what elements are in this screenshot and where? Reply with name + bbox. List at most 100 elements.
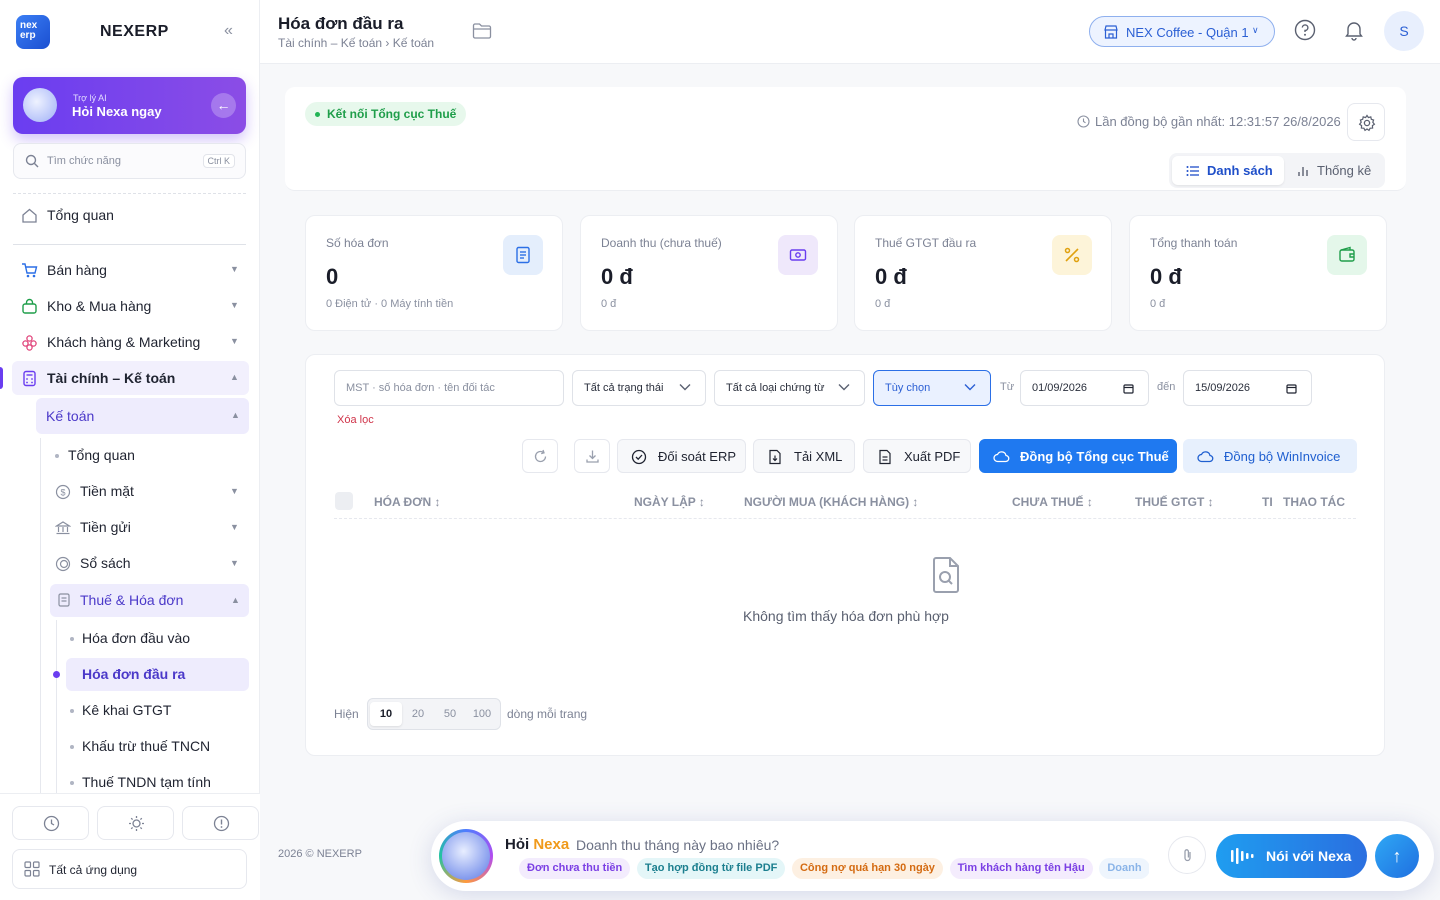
- sidebar-item-label: Khấu trừ thuế TNCN: [82, 738, 211, 754]
- sidebar-item-label: Thuế TNDN tạm tính: [82, 774, 211, 790]
- column-header-invoice[interactable]: HÓA ĐƠN ↕: [374, 495, 440, 509]
- sidebar-item-ledgers[interactable]: Sổ sách ▼: [0, 549, 260, 579]
- ai-assistant-card[interactable]: Trợ lý AI Hỏi Nexa ngay ←: [13, 77, 246, 134]
- app-logo[interactable]: nex erp: [16, 15, 50, 49]
- help-icon[interactable]: [1294, 19, 1316, 41]
- from-date-input[interactable]: 01/09/2026: [1020, 370, 1149, 406]
- page-size-option[interactable]: 50: [434, 702, 466, 726]
- sync-wininvoice-button[interactable]: Đồng bộ WinInvoice: [1183, 439, 1357, 473]
- cloud-sync-icon: [993, 451, 1010, 463]
- column-header-total[interactable]: TI: [1262, 495, 1273, 509]
- stat-card-revenue: Doanh thu (chưa thuế) 0 đ 0 đ: [580, 215, 838, 331]
- folder-icon[interactable]: [472, 22, 492, 40]
- column-header-date[interactable]: NGÀY LẬP ↕: [634, 495, 705, 509]
- flower-icon: [22, 335, 37, 351]
- invoice-list-panel: MST · số hóa đơn · tên đối tác Tất cả tr…: [305, 354, 1385, 756]
- suggestion-chip[interactable]: Đơn chưa thu tiền: [519, 858, 631, 879]
- tab-statistics[interactable]: Thống kê: [1289, 156, 1381, 185]
- stat-title: Thuế GTGT đầu ra: [875, 236, 977, 250]
- column-header-pre-tax[interactable]: CHƯA THUẾ ↕: [1012, 495, 1093, 509]
- sidebar-item-tax-invoices[interactable]: Thuế & Hóa đơn ▲: [50, 584, 249, 617]
- all-apps-button[interactable]: Tất cả ứng dụng: [12, 849, 247, 889]
- chat-input[interactable]: Doanh thu tháng này bao nhiêu?: [576, 837, 779, 853]
- function-search-input[interactable]: Tìm chức năng Ctrl K: [13, 143, 246, 179]
- download-button[interactable]: [574, 439, 610, 473]
- check-circle-icon: [631, 449, 647, 465]
- download-xml-button[interactable]: Tải XML: [753, 439, 855, 473]
- page-size-option[interactable]: 20: [402, 702, 434, 726]
- history-button[interactable]: [12, 806, 89, 840]
- alert-button[interactable]: [182, 806, 259, 840]
- select-all-checkbox[interactable]: [335, 492, 353, 510]
- date-range-value: Tùy chọn: [885, 382, 931, 394]
- page-size-suffix: dòng mỗi trang: [507, 707, 588, 721]
- sidebar-item-overview[interactable]: Tổng quan: [0, 198, 260, 232]
- bell-icon[interactable]: [1343, 19, 1365, 41]
- status-select[interactable]: Tất cả trạng thái: [572, 370, 706, 406]
- doc-type-select[interactable]: Tất cả loại chứng từ: [714, 370, 865, 406]
- sidebar-item-output-invoices[interactable]: Hóa đơn đầu ra: [0, 658, 260, 691]
- column-header-vat[interactable]: THUẾ GTGT ↕: [1135, 495, 1214, 509]
- stat-subtext: 0 đ: [601, 298, 617, 310]
- suggestion-chip[interactable]: Tạo hợp đồng từ file PDF: [636, 858, 786, 879]
- sidebar-item-pit-withholding[interactable]: Khấu trừ thuế TNCN: [0, 731, 260, 761]
- button-label: Tải XML: [794, 449, 843, 464]
- sidebar-item-input-invoices[interactable]: Hóa đơn đầu vào: [0, 623, 260, 653]
- sidebar-item-customers[interactable]: Khách hàng & Marketing ▼: [0, 325, 260, 359]
- file-icon: [879, 449, 891, 465]
- tab-list[interactable]: Danh sách: [1172, 156, 1284, 185]
- sidebar-item-label: Tài chính – Kế toán: [47, 370, 176, 386]
- stat-value: 0 đ: [601, 264, 633, 289]
- user-avatar[interactable]: S: [1384, 11, 1424, 51]
- talk-to-nexa-button[interactable]: Nói với Nexa: [1216, 834, 1367, 878]
- bank-icon: [55, 521, 71, 535]
- button-label: Đối soát ERP: [658, 449, 737, 464]
- suggestion-chip[interactable]: Tìm khách hàng tên Hậu: [949, 858, 1093, 879]
- sync-tax-authority-button[interactable]: Đồng bộ Tổng cục Thuế: [979, 439, 1177, 473]
- breadcrumb[interactable]: Tài chính – Kế toán › Kế toán: [278, 36, 434, 50]
- settings-button[interactable]: [1347, 103, 1385, 141]
- nexa-avatar[interactable]: [439, 829, 493, 883]
- page-title: Hóa đơn đầu ra: [278, 14, 404, 33]
- chevron-up-icon: ▲: [231, 410, 240, 420]
- clock-icon: [1077, 115, 1090, 128]
- stat-subtext: 0 đ: [1150, 298, 1166, 310]
- attach-button[interactable]: [1168, 836, 1206, 874]
- dollar-circle-icon: $: [55, 484, 71, 500]
- store-selector[interactable]: NEX Coffee - Quận 1 ∨: [1089, 16, 1275, 47]
- search-input[interactable]: MST · số hóa đơn · tên đối tác: [334, 370, 564, 406]
- bullet: [70, 781, 74, 785]
- sidebar-footer: Tất cả ứng dụng: [0, 793, 260, 900]
- sidebar-item-accounting-overview[interactable]: Tổng quan: [0, 441, 260, 471]
- column-label: NGƯỜI MUA (KHÁCH HÀNG): [744, 495, 910, 509]
- column-header-buyer[interactable]: NGƯỜI MUA (KHÁCH HÀNG) ↕: [744, 495, 918, 509]
- arrow-left-icon[interactable]: ←: [211, 93, 236, 118]
- grid-icon: [24, 861, 40, 877]
- reconcile-erp-button[interactable]: Đối soát ERP: [617, 439, 746, 473]
- sidebar-item-sales[interactable]: Bán hàng ▼: [0, 253, 260, 287]
- calendar-icon: [1123, 384, 1134, 394]
- sidebar-item-cash[interactable]: $ Tiền mặt ▼: [0, 477, 260, 507]
- export-pdf-button[interactable]: Xuất PDF: [863, 439, 971, 473]
- refresh-button[interactable]: [522, 439, 558, 473]
- sidebar-item-deposits[interactable]: Tiền gửi ▼: [0, 513, 260, 543]
- sidebar-item-inventory[interactable]: Kho & Mua hàng ▼: [0, 289, 260, 323]
- collapse-sidebar-icon[interactable]: «: [224, 22, 233, 40]
- active-dot: [53, 671, 60, 678]
- sidebar-item-finance[interactable]: Tài chính – Kế toán ▲: [12, 361, 249, 395]
- suggestion-chip[interactable]: Doanh: [1099, 858, 1149, 879]
- robot-avatar-icon: [23, 88, 57, 122]
- theme-button[interactable]: [97, 806, 174, 840]
- to-date-input[interactable]: 15/09/2026: [1183, 370, 1312, 406]
- suggestion-chip[interactable]: Công nợ quá hạn 30 ngày: [791, 858, 943, 879]
- search-placeholder: Tìm chức năng: [47, 155, 122, 167]
- send-button[interactable]: ↑: [1375, 834, 1419, 878]
- sidebar-item-label: Hóa đơn đầu vào: [82, 630, 191, 646]
- page-size-option[interactable]: 10: [370, 702, 402, 726]
- page-size-option[interactable]: 100: [466, 702, 498, 726]
- sidebar-item-vat-declaration[interactable]: Kê khai GTGT: [0, 695, 260, 725]
- clear-filter-link[interactable]: Xóa lọc: [337, 414, 374, 426]
- date-range-select[interactable]: Tùy chọn: [873, 370, 991, 406]
- sidebar-item-accounting[interactable]: Kế toán ▲: [36, 398, 249, 434]
- last-sync-text: Lần đồng bộ gần nhất: 12:31:57 26/8/2026: [1095, 114, 1341, 129]
